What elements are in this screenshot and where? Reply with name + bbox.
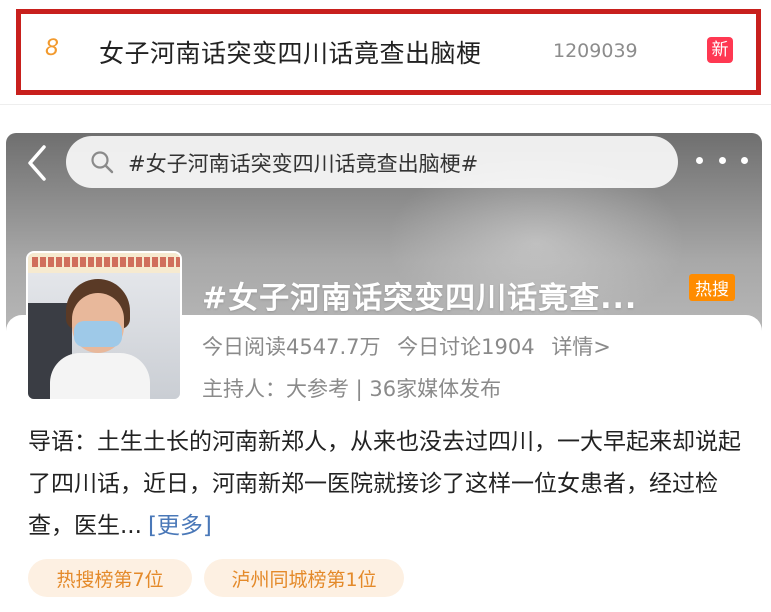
more-dot-icon: [718, 156, 726, 164]
topic-intro: 导语：土生土长的河南新郑人，从来也没去过四川，一大早起来却说起了四川话，近日，河…: [28, 421, 748, 547]
chevron-left-icon: [28, 145, 46, 181]
topic-card: #女子河南话突变四川话竟查出脑梗# #女子河南话突变四川话竟查... 热搜 今日…: [6, 133, 762, 612]
more-dot-icon: [741, 156, 748, 164]
hot-search-row[interactable]: 8 女子河南话突变四川话竟查出脑梗 1209039 新: [16, 9, 761, 95]
read-count: 今日阅读4547.7万: [202, 335, 381, 359]
hot-rank: 8: [45, 36, 59, 61]
thumbnail-mask: [74, 321, 122, 347]
hot-count: 1209039: [553, 40, 638, 62]
divider: [0, 104, 771, 105]
discuss-count: 今日讨论1904: [397, 335, 535, 359]
topic-thumbnail[interactable]: [26, 251, 182, 401]
intro-text: 导语：土生土长的河南新郑人，从来也没去过四川，一大早起来却说起了四川话，近日，河…: [28, 429, 741, 539]
host-info: 主持人：大参考 | 36家媒体发布: [202, 377, 502, 401]
topic-title: #女子河南话突变四川话竟查...: [202, 281, 638, 316]
details-link[interactable]: 详情>: [551, 335, 611, 359]
more-options-button[interactable]: [696, 145, 748, 175]
back-button[interactable]: [22, 143, 52, 183]
search-icon: [91, 151, 114, 174]
search-query: #女子河南话突变四川话竟查出脑梗#: [128, 152, 479, 176]
topic-search-bar[interactable]: #女子河南话突变四川话竟查出脑梗#: [66, 136, 678, 188]
hot-title[interactable]: 女子河南话突变四川话竟查出脑梗: [99, 34, 482, 70]
new-badge: 新: [707, 37, 733, 63]
hot-badge: 热搜: [689, 274, 735, 301]
more-link[interactable]: [更多]: [148, 513, 212, 539]
topic-stats: 今日阅读4547.7万 今日讨论1904 详情>: [202, 331, 621, 361]
thumbnail-banner-text: [32, 257, 180, 267]
tag-city-rank[interactable]: 泸州同城榜第1位: [204, 559, 404, 597]
tag-hot-rank[interactable]: 热搜榜第7位: [28, 559, 192, 597]
thumbnail-coat: [50, 353, 150, 399]
more-dot-icon: [696, 156, 703, 164]
